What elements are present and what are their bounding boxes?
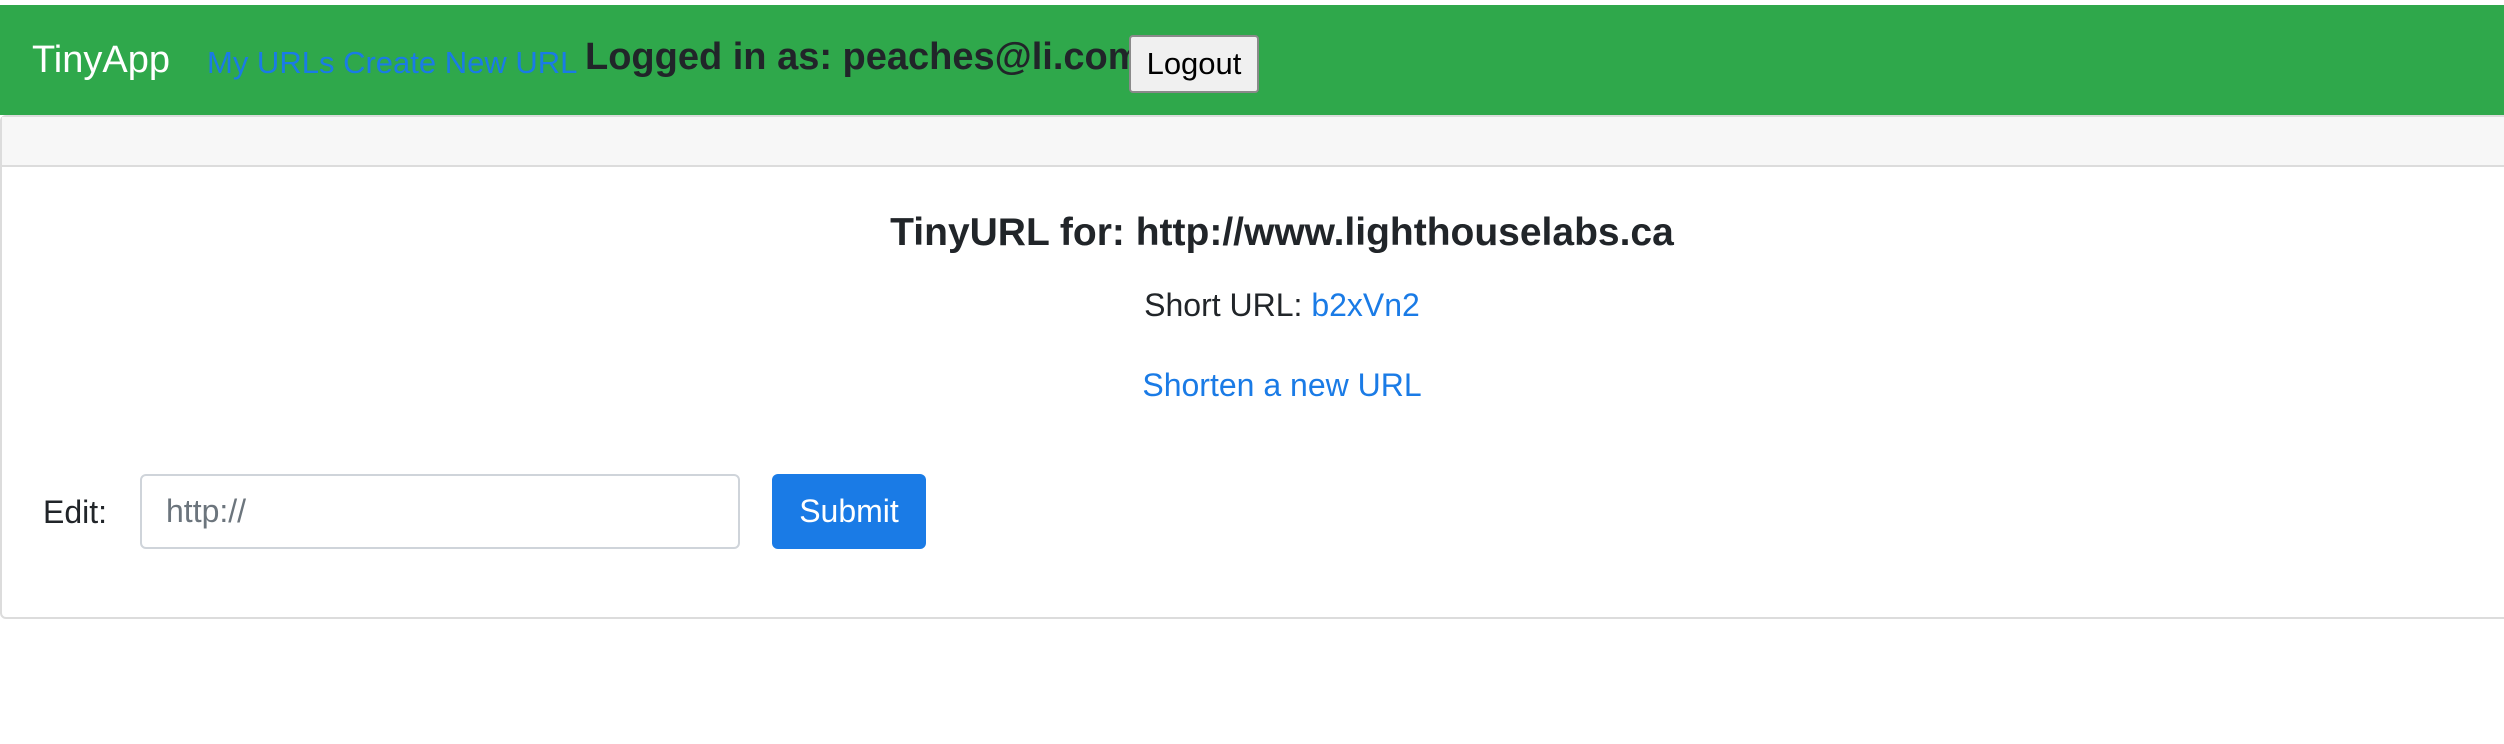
submit-button[interactable]: Submit	[772, 474, 926, 549]
shorten-new-url-link[interactable]: Shorten a new URL	[1142, 367, 1421, 403]
edit-url-input[interactable]	[140, 474, 740, 549]
nav-links: My URLs Create New URL	[207, 43, 577, 83]
nav-link-create-new-url[interactable]: Create New URL	[343, 45, 577, 80]
short-url-line: Short URL: b2xVn2	[2, 284, 2504, 326]
brand-link[interactable]: TinyApp	[32, 37, 170, 83]
edit-label: Edit:	[43, 494, 108, 530]
short-url-label: Short URL:	[1144, 287, 1312, 323]
nav-link-my-urls[interactable]: My URLs	[207, 45, 334, 80]
short-url-link[interactable]: b2xVn2	[1311, 287, 1420, 323]
top-navbar: TinyApp My URLs Create New URL Logged in…	[0, 5, 2504, 115]
card-title: TinyURL for: http://www.lighthouselabs.c…	[890, 211, 1674, 254]
logout-button[interactable]: Logout	[1129, 35, 1259, 93]
url-detail-card: TinyURL for: http://www.lighthouselabs.c…	[0, 115, 2504, 619]
card-header	[2, 117, 2504, 167]
logged-in-user-text: Logged in as: peaches@li.com	[585, 36, 1142, 78]
new-url-container: Shorten a new URL	[2, 364, 2504, 406]
